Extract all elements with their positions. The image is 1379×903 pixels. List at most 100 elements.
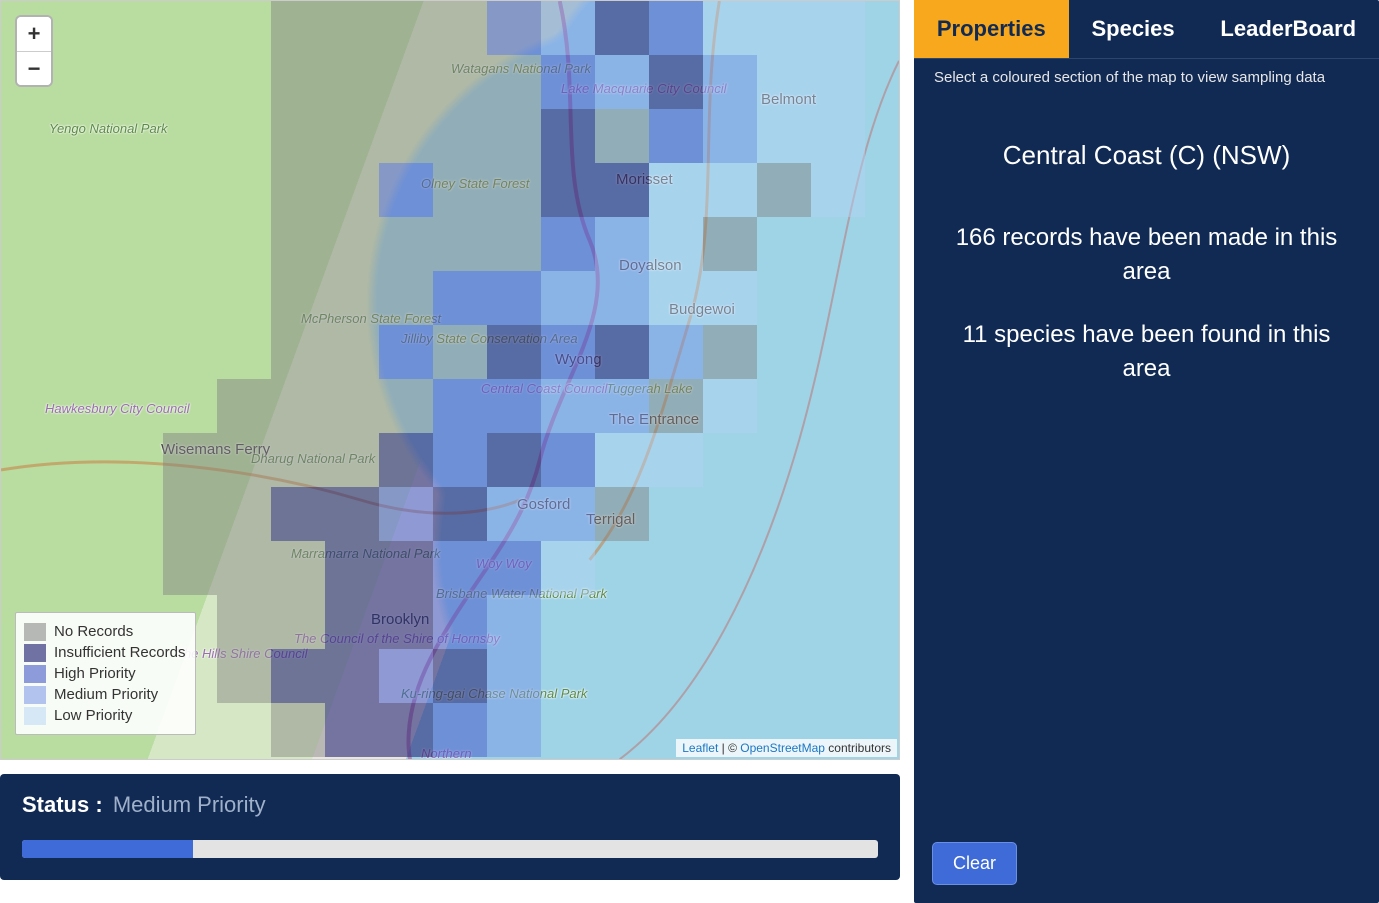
grid-cell[interactable] bbox=[379, 595, 433, 649]
grid-cell[interactable] bbox=[541, 55, 595, 109]
grid-cell[interactable] bbox=[487, 487, 541, 541]
grid-cell[interactable] bbox=[703, 55, 757, 109]
grid-cell[interactable] bbox=[325, 433, 379, 487]
grid-cell[interactable] bbox=[487, 163, 541, 217]
grid-cell[interactable] bbox=[595, 271, 649, 325]
grid-cell[interactable] bbox=[703, 379, 757, 433]
grid-cell[interactable] bbox=[379, 55, 433, 109]
grid-cell[interactable] bbox=[433, 55, 487, 109]
grid-cell[interactable] bbox=[487, 433, 541, 487]
grid-cell[interactable] bbox=[271, 217, 325, 271]
grid-cell[interactable] bbox=[595, 325, 649, 379]
grid-cell[interactable] bbox=[703, 271, 757, 325]
grid-cell[interactable] bbox=[217, 541, 271, 595]
grid-cell[interactable] bbox=[271, 325, 325, 379]
grid-cell[interactable] bbox=[487, 703, 541, 757]
grid-cell[interactable] bbox=[595, 379, 649, 433]
grid-cell[interactable] bbox=[811, 109, 865, 163]
grid-cell[interactable] bbox=[649, 271, 703, 325]
grid-cell[interactable] bbox=[595, 109, 649, 163]
grid-cell[interactable] bbox=[433, 379, 487, 433]
grid-cell[interactable] bbox=[433, 703, 487, 757]
grid-cell[interactable] bbox=[433, 271, 487, 325]
grid-cell[interactable] bbox=[433, 487, 487, 541]
grid-cell[interactable] bbox=[433, 163, 487, 217]
grid-cell[interactable] bbox=[379, 271, 433, 325]
grid-cell[interactable] bbox=[649, 55, 703, 109]
grid-cell[interactable] bbox=[703, 163, 757, 217]
grid-cell[interactable] bbox=[703, 217, 757, 271]
grid-cell[interactable] bbox=[325, 325, 379, 379]
grid-cell[interactable] bbox=[433, 595, 487, 649]
grid-cell[interactable] bbox=[595, 217, 649, 271]
grid-cell[interactable] bbox=[541, 325, 595, 379]
map[interactable]: Yengo National ParkWatagans National Par… bbox=[0, 0, 900, 760]
grid-cell[interactable] bbox=[433, 541, 487, 595]
grid-cell[interactable] bbox=[271, 595, 325, 649]
grid-cell[interactable] bbox=[757, 1, 811, 55]
grid-cell[interactable] bbox=[433, 1, 487, 55]
grid-cell[interactable] bbox=[217, 649, 271, 703]
grid-cell[interactable] bbox=[379, 649, 433, 703]
grid-cell[interactable] bbox=[703, 109, 757, 163]
grid-cell[interactable] bbox=[433, 325, 487, 379]
grid-cell[interactable] bbox=[649, 379, 703, 433]
grid-cell[interactable] bbox=[271, 109, 325, 163]
grid-cell[interactable] bbox=[271, 271, 325, 325]
tab-properties[interactable]: Properties bbox=[914, 0, 1069, 58]
grid-cell[interactable] bbox=[271, 541, 325, 595]
osm-link[interactable]: OpenStreetMap bbox=[740, 741, 825, 755]
grid-cell[interactable] bbox=[811, 55, 865, 109]
grid-cell[interactable] bbox=[541, 487, 595, 541]
grid-cell[interactable] bbox=[325, 487, 379, 541]
grid-cell[interactable] bbox=[811, 1, 865, 55]
grid-cell[interactable] bbox=[325, 703, 379, 757]
grid-cell[interactable] bbox=[595, 163, 649, 217]
clear-button[interactable]: Clear bbox=[932, 842, 1017, 885]
grid-cell[interactable] bbox=[379, 1, 433, 55]
grid-cell[interactable] bbox=[325, 217, 379, 271]
grid-cell[interactable] bbox=[379, 433, 433, 487]
grid-cell[interactable] bbox=[541, 109, 595, 163]
grid-cell[interactable] bbox=[379, 487, 433, 541]
grid-cell[interactable] bbox=[163, 541, 217, 595]
tab-species[interactable]: Species bbox=[1069, 0, 1198, 58]
grid-cell[interactable] bbox=[379, 109, 433, 163]
grid-cell[interactable] bbox=[757, 55, 811, 109]
grid-cell[interactable] bbox=[487, 1, 541, 55]
grid-cell[interactable] bbox=[487, 541, 541, 595]
grid-cell[interactable] bbox=[163, 487, 217, 541]
grid-cell[interactable] bbox=[487, 649, 541, 703]
grid-cell[interactable] bbox=[541, 271, 595, 325]
grid-cell[interactable] bbox=[271, 55, 325, 109]
grid-cell[interactable] bbox=[487, 271, 541, 325]
grid-cell[interactable] bbox=[271, 487, 325, 541]
grid-cell[interactable] bbox=[541, 541, 595, 595]
grid-cell[interactable] bbox=[649, 1, 703, 55]
grid-cell[interactable] bbox=[703, 325, 757, 379]
grid-cell[interactable] bbox=[649, 433, 703, 487]
grid-cell[interactable] bbox=[379, 217, 433, 271]
grid-cell[interactable] bbox=[595, 1, 649, 55]
grid-cell[interactable] bbox=[649, 163, 703, 217]
grid-cell[interactable] bbox=[217, 379, 271, 433]
grid-cell[interactable] bbox=[487, 595, 541, 649]
grid-cell[interactable] bbox=[595, 433, 649, 487]
grid-cell[interactable] bbox=[379, 541, 433, 595]
grid-cell[interactable] bbox=[649, 325, 703, 379]
grid-cell[interactable] bbox=[325, 541, 379, 595]
grid-cell[interactable] bbox=[541, 379, 595, 433]
grid-cell[interactable] bbox=[433, 109, 487, 163]
grid-cell[interactable] bbox=[325, 271, 379, 325]
grid-cell[interactable] bbox=[703, 1, 757, 55]
grid-cell[interactable] bbox=[325, 55, 379, 109]
grid-cell[interactable] bbox=[271, 379, 325, 433]
grid-cell[interactable] bbox=[379, 703, 433, 757]
grid-cell[interactable] bbox=[757, 109, 811, 163]
grid-cell[interactable] bbox=[217, 433, 271, 487]
grid-cell[interactable] bbox=[271, 433, 325, 487]
grid-cell[interactable] bbox=[541, 433, 595, 487]
grid-cell[interactable] bbox=[325, 163, 379, 217]
grid-cell[interactable] bbox=[271, 703, 325, 757]
grid-cell[interactable] bbox=[163, 433, 217, 487]
